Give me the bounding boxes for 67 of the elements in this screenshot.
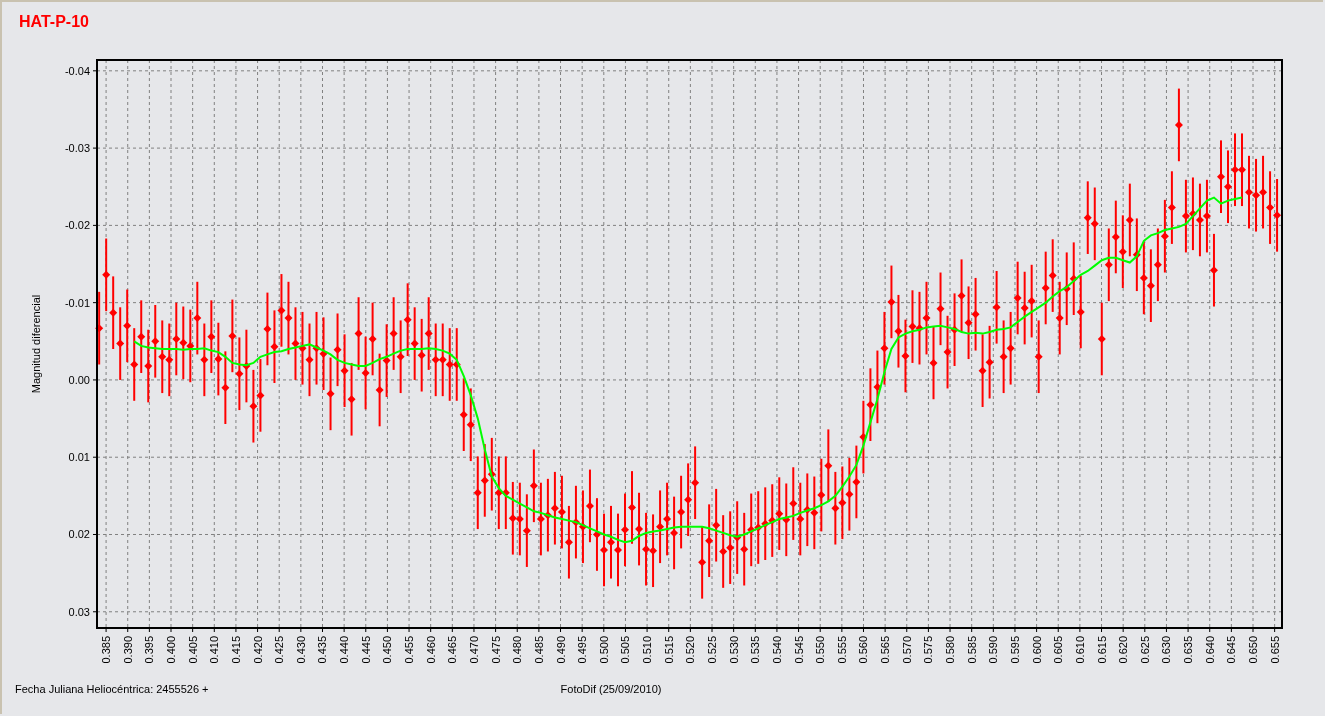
axis-tick-label: 0.570 (900, 636, 913, 664)
axis-tick-label: 0.525 (706, 636, 718, 664)
footer-caption: FotoDif (25/09/2010) (560, 683, 662, 695)
axis-tick-label: 0.530 (727, 636, 740, 664)
axis-tick-label: 0.500 (597, 636, 610, 664)
axis-tick-label: 0.420 (251, 636, 264, 664)
axis-tick-label: 0.455 (403, 636, 416, 664)
axis-tick-label: 0.640 (1203, 636, 1216, 664)
axis-tick-label: 0.485 (532, 636, 545, 664)
axis-tick-label: 0.545 (792, 636, 805, 664)
axis-caption: Fecha Juliana Heliocéntrica: 2455526 + (15, 683, 209, 695)
axis-tick-label: 0.600 (1030, 636, 1043, 664)
axis-tick-label: 0.510 (641, 636, 654, 664)
axis-tick-label: 0.490 (554, 636, 567, 664)
axis-tick-label: 0.470 (467, 636, 480, 664)
axis-tick-label: 0.615 (1095, 636, 1108, 664)
axis-tick-label: 0.475 (489, 636, 502, 664)
axis-tick-label: 0.495 (576, 636, 589, 664)
axis-tick-label: 0.410 (208, 636, 221, 664)
axis-tick-label: 0.450 (381, 636, 394, 664)
axis-tick-label: 0.650 (1247, 636, 1259, 664)
axis-tick-label: 0.400 (165, 636, 177, 664)
axis-tick-label: 0.610 (1073, 636, 1086, 664)
axis-tick-label: 0.520 (684, 636, 697, 664)
axis-tick-label: 0.590 (987, 636, 1000, 664)
axis-tick-label: 0.480 (511, 636, 524, 664)
axis-tick-label: 0.445 (359, 636, 372, 664)
axis-tick-label: 0.460 (424, 636, 437, 664)
axis-tick-label: 0.550 (814, 636, 827, 664)
axis-tick-label: 0.605 (1052, 636, 1065, 664)
axis-tick-label: 0.555 (835, 636, 848, 664)
axis-tick-label: 0.565 (879, 636, 892, 664)
axis-tick-label: 0.385 (100, 636, 113, 664)
axis-tick-label: 0.515 (662, 636, 675, 664)
axis-tick-label: 0.00 (68, 373, 90, 386)
axis-tick-label: 0.625 (1138, 636, 1151, 664)
axis-tick-label: 0.430 (294, 636, 307, 664)
axis-tick-label: -0.02 (64, 219, 90, 232)
axis-tick-label: 0.580 (944, 636, 957, 664)
axis-tick-label: 0.03 (68, 605, 90, 618)
axis-tick-label: 0.415 (229, 636, 242, 664)
axis-tick-label: 0.435 (316, 636, 329, 664)
axis-tick-label: 0.505 (619, 636, 632, 664)
axis-tick-label: 0.395 (143, 636, 156, 664)
axis-tick-label: -0.01 (64, 296, 90, 309)
axis-tick-label: 0.620 (1117, 636, 1130, 664)
axis-tick-label: 0.595 (1008, 636, 1021, 664)
axis-tick-label: 0.01 (68, 451, 90, 464)
axis-tick-label: 0.535 (749, 636, 762, 664)
axis-tick-label: 0.440 (338, 636, 351, 664)
axis-tick-label: 0.585 (965, 636, 978, 664)
axis-tick-label: 0.465 (446, 636, 459, 664)
axis-tick-label: 0.560 (857, 636, 870, 664)
axis-title: Magnitud diferencial (30, 294, 42, 394)
axis-tick-label: 0.655 (1268, 636, 1281, 664)
axis-tick-label: 0.635 (1182, 636, 1195, 664)
axis-tick-label: 0.425 (273, 636, 286, 664)
axis-tick-label: 0.630 (1160, 636, 1173, 664)
axis-tick-label: 0.390 (121, 636, 134, 664)
axis-tick-label: 0.405 (186, 636, 199, 664)
axis-tick-label: -0.03 (64, 142, 90, 155)
chart-title: HAT-P-10 (19, 13, 89, 30)
axis-tick-label: 0.645 (1225, 636, 1238, 664)
axis-tick-label: -0.04 (64, 64, 90, 77)
axis-tick-label: 0.575 (922, 636, 935, 664)
axis-tick-label: 0.540 (770, 636, 783, 664)
axis-tick-label: 0.02 (68, 528, 90, 541)
